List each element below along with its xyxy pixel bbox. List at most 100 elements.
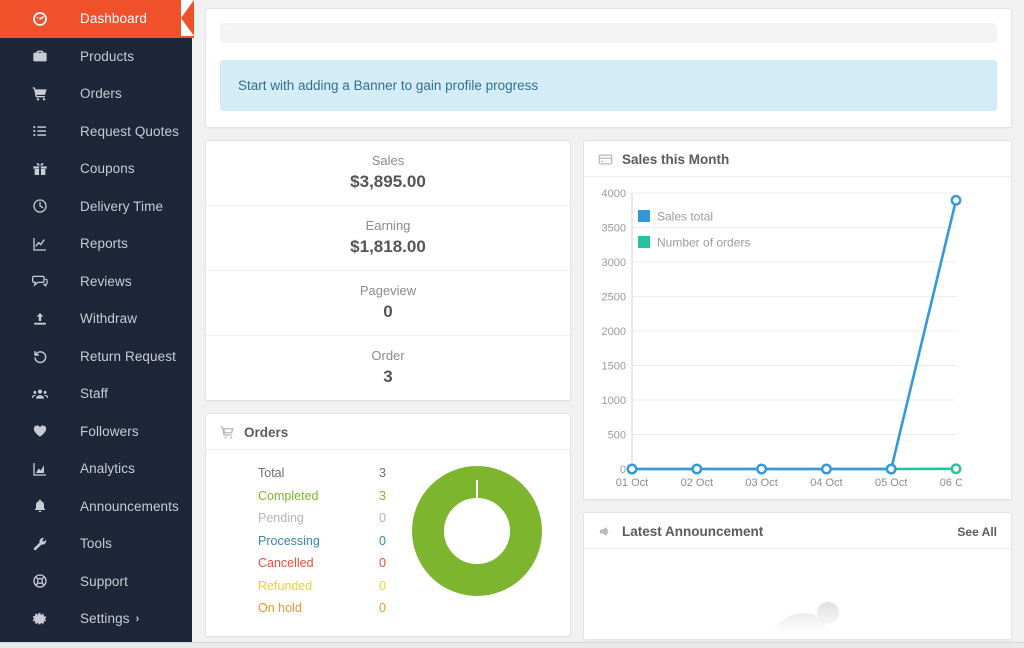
see-all-link[interactable]: See All [957, 525, 997, 539]
y-axis-tick-label: 500 [608, 430, 626, 442]
order-status-count: 0 [379, 533, 386, 548]
sidebar-item-label: Return Request [80, 348, 176, 364]
sidebar-item-reviews[interactable]: Reviews [0, 263, 192, 301]
series-point[interactable] [950, 194, 962, 206]
order-status-count: 3 [379, 466, 386, 480]
stat-value: 0 [383, 302, 393, 321]
clock-icon [30, 196, 50, 216]
sidebar-item-label: Staff [80, 386, 109, 402]
order-status-row: Processing 0 [258, 530, 394, 553]
order-status-row: Refunded 0 [258, 575, 394, 598]
y-axis-tick-label: 2000 [602, 326, 626, 338]
series-point[interactable] [885, 463, 897, 475]
orders-card-header: Orders [206, 414, 570, 450]
stat-label: Earning [365, 218, 411, 233]
orders-donut-chart [412, 466, 542, 596]
y-axis-tick-label: 0 [620, 464, 626, 476]
announcement-card-header: Latest Announcement See All [584, 513, 1011, 549]
orders-card-title: Orders [244, 425, 289, 440]
megaphone-icon [598, 524, 613, 539]
sidebar-item-dashboard[interactable]: Dashboard [0, 0, 194, 38]
sidebar-item-return-request[interactable]: Return Request [0, 338, 192, 376]
order-status-row: Pending 0 [258, 507, 394, 530]
order-status-count: 3 [379, 488, 386, 503]
left-column: Sales $3,895.00 Earning $1,818.00 Pageview 0 O… [205, 140, 571, 637]
series-point[interactable] [626, 463, 638, 475]
undo-icon [30, 346, 50, 366]
order-status-row: On hold 0 [258, 597, 394, 620]
sidebar-item-analytics[interactable]: Analytics [0, 450, 192, 488]
y-axis-tick-label: 3000 [602, 257, 626, 269]
series-point[interactable] [691, 463, 703, 475]
order-status-count: 0 [379, 556, 386, 570]
stat-value: 3 [383, 367, 393, 386]
sidebar-item-label: Analytics [80, 461, 135, 477]
cart-icon [30, 84, 50, 104]
sidebar-item-followers[interactable]: Followers [0, 413, 192, 451]
series-point[interactable] [756, 463, 768, 475]
sidebar-item-coupons[interactable]: Coupons [0, 150, 192, 188]
x-axis-tick-label: 02 Oct [681, 477, 713, 489]
sidebar-item-announcements[interactable]: Announcements [0, 488, 192, 526]
series-point[interactable] [820, 463, 832, 475]
order-status-label: Completed [258, 488, 319, 503]
sidebar-item-delivery-time[interactable]: Delivery Time [0, 188, 192, 226]
legend-swatch [638, 210, 650, 222]
order-status-label: Refunded [258, 578, 313, 593]
main-content: 0 Start with adding a Banner to gain pro… [192, 0, 1024, 648]
profile-progress-card: 0 Start with adding a Banner to gain pro… [205, 8, 1012, 128]
stat-row-order: Order 3 [206, 336, 570, 400]
chart-area-icon [30, 459, 50, 479]
credit-card-icon [598, 152, 613, 167]
order-status-label: On hold [258, 601, 302, 615]
announcement-empty-state [584, 549, 1011, 639]
stat-row-earning: Earning $1,818.00 [206, 206, 570, 271]
sidebar-item-label: Announcements [80, 498, 179, 514]
sidebar-item-products[interactable]: Products [0, 38, 192, 76]
sidebar: Dashboard Products Orders Request Quotes Cou… [0, 0, 194, 648]
order-status-label: Processing [258, 533, 320, 548]
sidebar-item-label: Withdraw [80, 311, 138, 327]
sidebar-item-withdraw[interactable]: Withdraw [0, 300, 192, 338]
sidebar-item-label: Reports [80, 236, 128, 252]
series-point[interactable] [950, 463, 962, 475]
stat-label: Pageview [359, 283, 417, 298]
profile-progress-bar[interactable]: 0 [220, 23, 997, 43]
sidebar-item-request-quotes[interactable]: Request Quotes [0, 113, 192, 151]
order-status-row: Completed 3 [258, 485, 394, 508]
x-axis-tick-label: 03 Oct [745, 477, 777, 489]
sales-chart-area: 0 500 1000 1500 2000 2500 3000 3500 4000 01 Oct 02… [584, 177, 1011, 495]
y-axis-tick-label: 1500 [602, 361, 626, 373]
sidebar-item-orders[interactable]: Orders [0, 75, 192, 113]
sales-chart-card: Sales this Month 0 500 1000 1500 2000 2500 300… [583, 140, 1012, 500]
cart-icon [220, 425, 235, 440]
horizontal-scrollbar[interactable] [0, 642, 1024, 648]
stat-row-sales: Sales $3,895.00 [206, 141, 570, 206]
sidebar-item-reports[interactable]: Reports [0, 225, 192, 263]
sidebar-item-tools[interactable]: Tools [0, 525, 192, 563]
order-status-row: Total 3 [258, 462, 394, 485]
stat-value: $3,895.00 [350, 172, 426, 191]
lifebuoy-icon [30, 571, 50, 591]
wrench-icon [30, 534, 50, 554]
x-axis-tick-label: 06 Oct [940, 477, 962, 489]
announcement-fade [584, 603, 1011, 639]
x-axis-tick-label: 01 Oct [616, 477, 648, 489]
sidebar-item-label: Reviews [80, 273, 132, 289]
sidebar-item-staff[interactable]: Staff [0, 375, 192, 413]
stat-value: $1,818.00 [350, 237, 426, 256]
sidebar-item-settings[interactable]: Settings › [0, 600, 192, 638]
orders-card: Orders Total 3 Completed 3 Pending 0 Processin… [205, 413, 571, 637]
heart-icon [30, 421, 50, 441]
order-status-label: Cancelled [258, 556, 314, 570]
order-status-count: 0 [379, 511, 386, 525]
bell-icon [30, 496, 50, 516]
y-axis-tick-label: 3500 [602, 223, 626, 235]
sidebar-item-support[interactable]: Support [0, 563, 192, 601]
sidebar-item-label: Orders [80, 86, 122, 102]
sales-chart-title: Sales this Month [622, 152, 730, 167]
right-column: Sales this Month 0 500 1000 1500 2000 2500 300… [583, 140, 1012, 640]
order-status-count: 0 [379, 601, 386, 615]
banner-alert: Start with adding a Banner to gain profi… [220, 60, 997, 111]
gear-icon [30, 609, 50, 629]
